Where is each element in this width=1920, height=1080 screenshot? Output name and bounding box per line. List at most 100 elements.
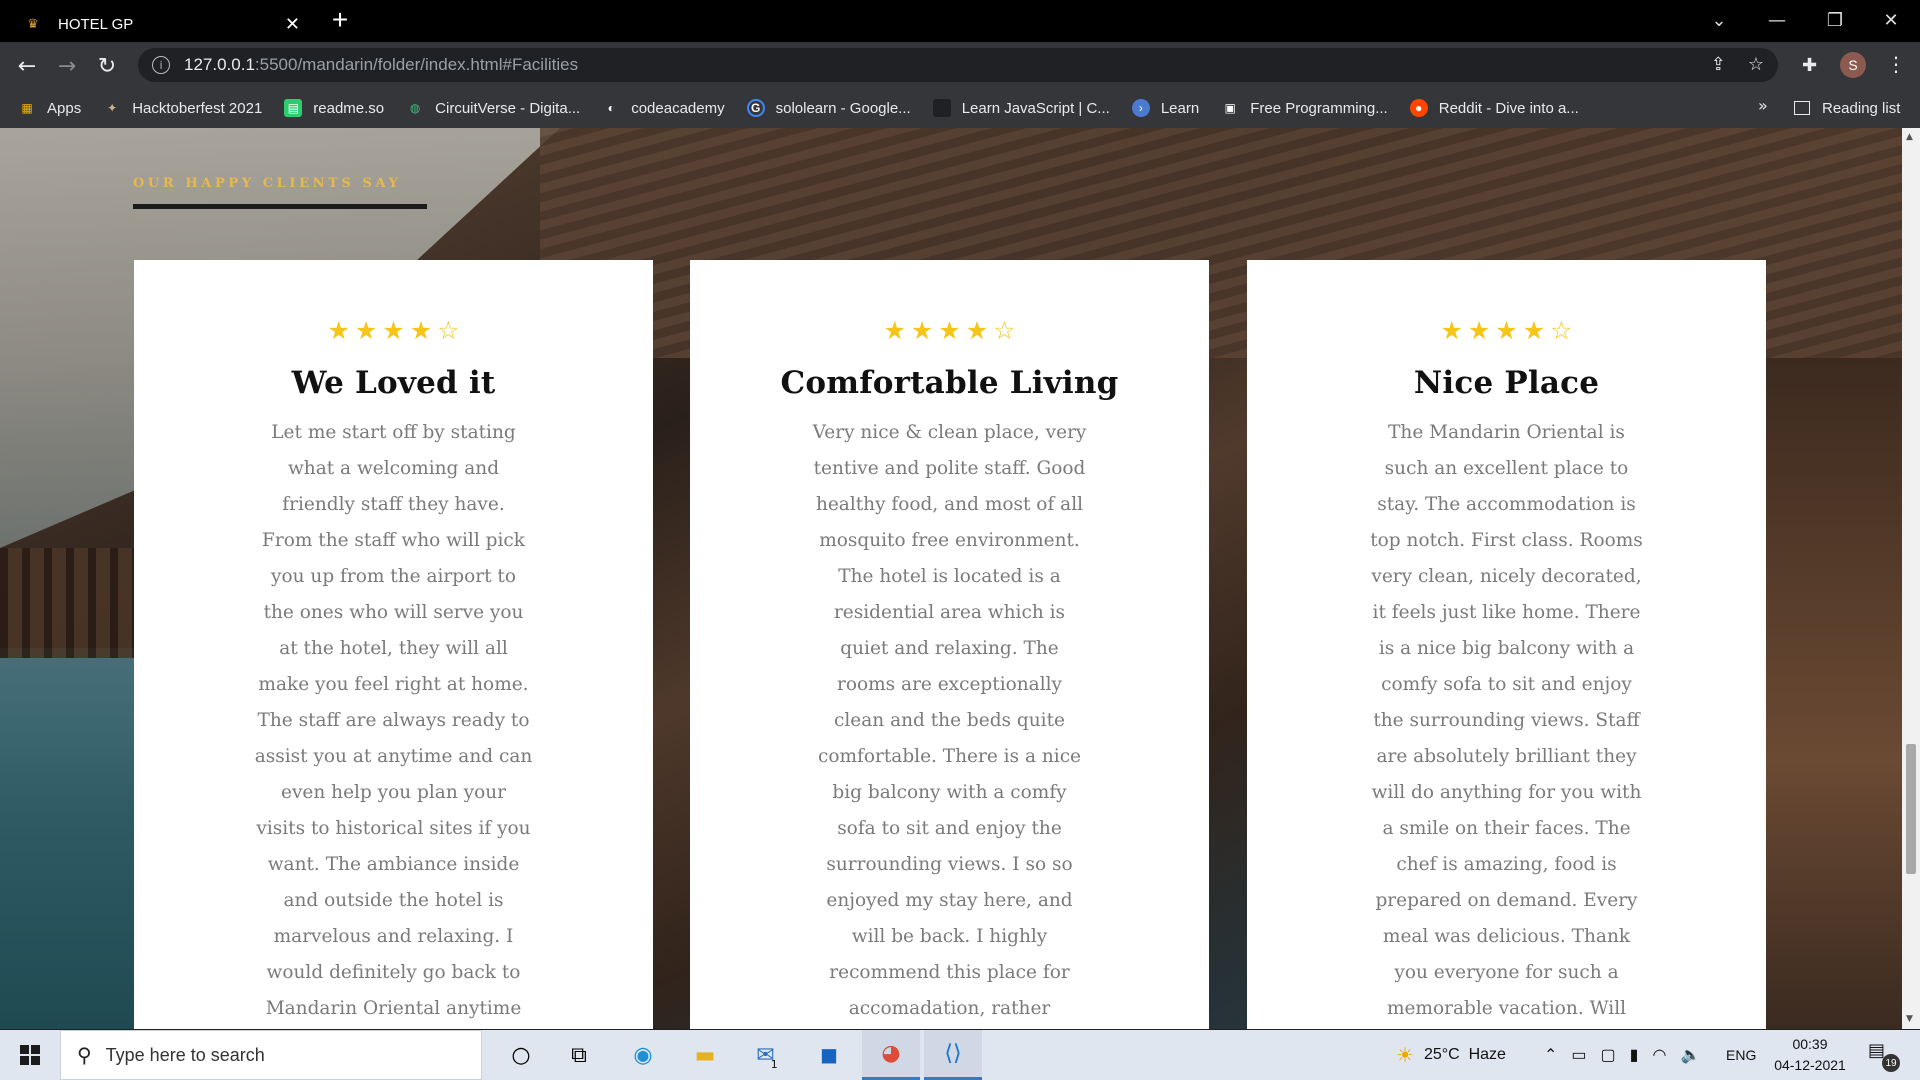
review-card: ★ ★ ★ ★ ☆ Comfortable Living Very nice & cle… <box>690 260 1209 1029</box>
notification-center-button[interactable]: ▤ 19 <box>1868 1040 1900 1072</box>
share-icon[interactable]: ⇪ <box>1711 54 1726 75</box>
browser-menu-icon[interactable]: ⋮ <box>1886 52 1906 76</box>
clock-time: 00:39 <box>1792 1036 1828 1052</box>
star-filled-icon: ★ <box>409 316 433 345</box>
bookmark-label: codeacademy <box>631 99 725 117</box>
reading-list-label: Reading list <box>1822 99 1901 117</box>
tab-search-chevron-down-icon[interactable]: ⌄ <box>1690 0 1748 40</box>
display-icon[interactable]: ▢ <box>1601 1045 1616 1065</box>
bookmark-sololearn[interactable]: Gsololearn - Google... <box>746 99 911 117</box>
site-info-icon[interactable]: i <box>152 56 170 74</box>
learn-arrow-icon: › <box>1131 99 1150 117</box>
new-tab-button[interactable]: + <box>325 6 355 36</box>
section-divider <box>133 204 427 209</box>
mail-icon[interactable]: ✉ 1 <box>738 1030 796 1080</box>
bookmark-hacktoberfest[interactable]: ✦ Hacktoberfest 2021 <box>103 99 262 117</box>
task-view-icon[interactable]: ⧉ <box>550 1030 608 1080</box>
star-empty-icon: ☆ <box>437 316 460 345</box>
input-language[interactable]: ENG <box>1726 1030 1756 1080</box>
bookmark-label: Learn <box>1160 99 1200 117</box>
meet-now-icon[interactable]: ▭ <box>1571 1045 1586 1065</box>
review-text: Let me start off by stating what a welco… <box>254 422 533 1019</box>
edge-browser-icon[interactable]: ◉ <box>614 1030 672 1080</box>
url-path: :5500/mandarin/folder/index.html#Facilit… <box>254 55 579 74</box>
reddit-icon: ● <box>1409 99 1428 117</box>
tab-title: HOTEL GP <box>58 15 134 33</box>
address-bar[interactable]: i 127.0.0.1:5500/mandarin/folder/index.h… <box>138 48 1778 82</box>
codecademy-icon: ◐ <box>607 101 615 115</box>
show-hidden-icons-chevron-icon[interactable]: ⌃ <box>1544 1045 1557 1065</box>
clock-date: 04-12-2021 <box>1774 1057 1846 1073</box>
volume-icon[interactable]: 🔈 <box>1680 1045 1700 1065</box>
star-filled-icon: ★ <box>1467 316 1491 345</box>
url-text: 127.0.0.1:5500/mandarin/folder/index.htm… <box>184 55 578 75</box>
bookmark-circuitverse[interactable]: ◍ CircuitVerse - Digita... <box>406 99 580 117</box>
restore-window-button[interactable]: ❐ <box>1806 0 1864 40</box>
bookmark-learn[interactable]: › Learn <box>1131 99 1200 117</box>
review-title: We Loved it <box>291 365 496 401</box>
windows-taskbar: ⚲ Type here to search ○ ⧉ ◉ ▬ ✉ 1 ◼ ◕ ⟨⟩ … <box>0 1030 1920 1080</box>
wifi-icon[interactable]: ◠ <box>1652 1045 1666 1065</box>
page-viewport: OUR HAPPY CLIENTS SAY ★ ★ ★ ★ ☆ We Loved it … <box>0 128 1902 1029</box>
bookmark-label: Reddit - Dive into a... <box>1438 99 1579 117</box>
star-rating: ★ ★ ★ ★ ☆ <box>134 318 653 343</box>
extensions-puzzle-icon[interactable]: ✚ <box>1802 55 1817 76</box>
review-text: The Mandarin Oriental is such an excelle… <box>1370 422 1643 1019</box>
profile-avatar[interactable]: S <box>1840 52 1866 78</box>
start-button[interactable] <box>0 1030 60 1080</box>
browser-tab-strip: ♛ HOTEL GP ✕ + ⌄ — ❐ ✕ <box>0 0 1920 42</box>
chrome-icon[interactable]: ◕ <box>862 1030 920 1080</box>
file-explorer-icon[interactable]: ▬ <box>676 1030 734 1080</box>
minimize-window-button[interactable]: — <box>1748 0 1806 40</box>
reload-icon[interactable]: ↻ <box>90 49 124 83</box>
bookmark-codecademy[interactable]: ◐ codeacademy <box>602 99 725 117</box>
back-arrow-icon[interactable]: ← <box>10 49 44 83</box>
taskbar-search-box[interactable]: ⚲ Type here to search <box>60 1030 482 1080</box>
circuitverse-icon: ◍ <box>409 101 421 115</box>
scroll-up-arrow-icon[interactable]: ▲ <box>1906 132 1913 142</box>
browser-toolbar: ← → ↻ i 127.0.0.1:5500/mandarin/folder/i… <box>0 42 1920 88</box>
bookmark-free-programming[interactable]: ▣ Free Programming... <box>1221 99 1388 117</box>
scroll-down-arrow-icon[interactable]: ▼ <box>1906 1014 1913 1024</box>
star-filled-icon: ★ <box>327 316 350 345</box>
bookmark-star-icon[interactable]: ☆ <box>1748 54 1764 75</box>
review-card: ★ ★ ★ ★ ☆ We Loved it Let me start off by st… <box>134 260 653 1029</box>
weather-widget[interactable]: ☀ 25°C Haze <box>1396 1030 1506 1080</box>
cortana-icon[interactable]: ○ <box>492 1030 550 1080</box>
hacktoberfest-icon: ✦ <box>107 101 118 115</box>
bookmark-learn-javascript[interactable]: Learn JavaScript | C... <box>932 99 1110 117</box>
readme-icon: ▤ <box>284 99 303 117</box>
review-text: Very nice & clean place, very tentive an… <box>812 422 1087 1019</box>
scrollbar-thumb[interactable] <box>1906 744 1916 874</box>
page-scrollbar[interactable]: ▲ ▼ <box>1902 128 1920 1029</box>
bookmark-apps[interactable]: ▦ Apps <box>18 99 81 117</box>
bookmark-label: Apps <box>47 99 82 117</box>
star-empty-icon: ☆ <box>993 316 1016 345</box>
system-tray-icons: ⌃ ▭ ▢ ▮ ◠ 🔈 <box>1544 1030 1700 1080</box>
star-filled-icon: ★ <box>354 316 378 345</box>
forward-arrow-icon[interactable]: → <box>50 49 84 83</box>
close-window-button[interactable]: ✕ <box>1862 0 1920 40</box>
bookmarks-overflow-chevron-icon[interactable]: » <box>1758 96 1768 115</box>
star-filled-icon: ★ <box>965 316 989 345</box>
review-card: ★ ★ ★ ★ ☆ Nice Place The Mandarin Oriental i… <box>1247 260 1766 1029</box>
bookmark-label: Free Programming... <box>1250 99 1388 117</box>
windows-logo-icon <box>20 1045 40 1065</box>
vscode-icon[interactable]: ⟨⟩ <box>924 1030 982 1080</box>
star-filled-icon: ★ <box>1440 316 1463 345</box>
star-filled-icon: ★ <box>938 316 961 345</box>
battery-icon[interactable]: ▮ <box>1630 1045 1639 1065</box>
review-title: Nice Place <box>1413 365 1600 401</box>
store-app-icon[interactable]: ◼ <box>800 1030 858 1080</box>
taskbar-clock[interactable]: 00:39 04-12-2021 <box>1764 1034 1856 1076</box>
weather-text: 25°C Haze <box>1423 1046 1506 1063</box>
reading-list-button[interactable]: Reading list <box>1794 88 1900 128</box>
star-filled-icon: ★ <box>1495 316 1518 345</box>
bookmark-reddit[interactable]: ● Reddit - Dive into a... <box>1409 99 1579 117</box>
browser-tab-active[interactable]: ♛ HOTEL GP ✕ <box>8 6 312 42</box>
bookmark-label: Learn JavaScript | C... <box>961 99 1110 117</box>
star-filled-icon: ★ <box>910 316 934 345</box>
star-rating: ★ ★ ★ ★ ☆ <box>1247 318 1766 343</box>
bookmark-readme[interactable]: ▤ readme.so <box>284 99 384 117</box>
close-tab-icon[interactable]: ✕ <box>285 14 300 35</box>
